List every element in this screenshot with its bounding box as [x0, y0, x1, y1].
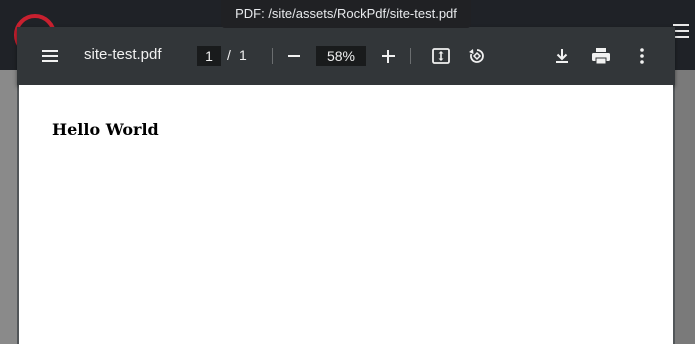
more-vertical-icon — [640, 48, 644, 64]
page-number-input[interactable]: 1 — [197, 46, 221, 66]
plus-icon — [381, 49, 395, 63]
print-icon — [592, 48, 610, 65]
toolbar-divider — [410, 48, 411, 64]
pdf-page: Hello World — [19, 85, 673, 344]
pdf-viewer: site-test.pdf 1 / 1 58% Hello World — [17, 27, 675, 344]
minus-icon — [288, 55, 300, 57]
page-background-right — [675, 70, 695, 344]
pdf-toolbar: site-test.pdf 1 / 1 58% — [17, 27, 675, 85]
rotate-counterclockwise-icon — [469, 49, 484, 63]
print-button[interactable] — [587, 42, 615, 70]
zoom-in-button[interactable] — [374, 42, 402, 70]
fit-to-page-button[interactable] — [427, 42, 455, 70]
more-options-button[interactable] — [628, 42, 656, 70]
zoom-out-button[interactable] — [280, 42, 308, 70]
site-menu-icon[interactable] — [673, 24, 689, 38]
page-separator: / — [227, 47, 231, 63]
document-heading: Hello World — [52, 120, 159, 139]
hamburger-menu-icon[interactable] — [36, 42, 64, 70]
pdf-filename: site-test.pdf — [84, 46, 162, 63]
zoom-level-input[interactable]: 58% — [316, 46, 366, 66]
page-total: 1 — [239, 47, 247, 63]
pdf-tooltip: PDF: /site/assets/RockPdf/site-test.pdf — [221, 0, 471, 28]
toolbar-divider — [272, 48, 273, 64]
fit-to-page-icon — [432, 48, 450, 64]
rotate-button[interactable] — [463, 42, 491, 70]
download-button[interactable] — [548, 42, 576, 70]
page-background-left — [0, 70, 17, 344]
download-icon — [556, 49, 568, 63]
